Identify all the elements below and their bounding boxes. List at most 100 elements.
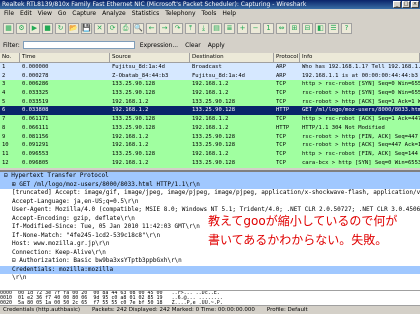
preferences-icon[interactable]: ☰ bbox=[328, 22, 339, 34]
packet-time: 0.091291 bbox=[22, 142, 49, 149]
packet-row[interactable]: 12 0.096805 192.168.1.2 133.25.90.128 TCP car… bbox=[0, 158, 420, 168]
zoom-in-icon[interactable]: + bbox=[237, 22, 248, 34]
packet-destination: 192.168.1.2 bbox=[192, 124, 229, 131]
column-header-info[interactable]: Info bbox=[300, 53, 420, 62]
packet-time: 0.066111 bbox=[22, 124, 49, 131]
packet-destination: 192.168.1.2 bbox=[192, 90, 229, 97]
stop-capture-icon[interactable]: ■ bbox=[42, 22, 53, 34]
main-toolbar: ▦ ⚙ ▶ ■ ↻ 📂 💾 ✕ ⟳ ⎙ 🔍 ← → ↷ ⤒ ⤓ ▤ ≣ + − … bbox=[0, 18, 420, 38]
packet-time: 0.000000 bbox=[22, 64, 49, 70]
menu-tools[interactable]: Tools bbox=[202, 9, 217, 18]
detail-row[interactable]: Credentials: mozilla:mozilla bbox=[0, 265, 420, 274]
minimize-icon[interactable]: _ bbox=[393, 1, 401, 8]
expression-button[interactable]: Expression... bbox=[138, 42, 180, 49]
packet-row[interactable]: 5 0.033519 192.168.1.2 133.25.90.128 TCP rsc-… bbox=[0, 97, 420, 107]
menu-capture[interactable]: Capture bbox=[72, 9, 96, 18]
packet-row[interactable]: 7 0.061171 133.25.90.128 192.168.1.2 TCP http… bbox=[0, 115, 420, 124]
packet-row[interactable]: 3 0.006286 133.25.90.128 192.168.1.2 TCP http… bbox=[0, 80, 420, 90]
menu-go[interactable]: Go bbox=[58, 9, 66, 18]
packet-source: Fujitsu_8d:1a:4d bbox=[112, 64, 165, 70]
packet-protocol: TCP bbox=[276, 98, 286, 105]
packet-destination: 133.25.90.128 bbox=[192, 159, 236, 166]
annotation-line-2: 書いてあるかわからない。失敗。 bbox=[208, 233, 388, 247]
menu-analyze[interactable]: Analyze bbox=[102, 9, 126, 18]
print-icon[interactable]: ⎙ bbox=[120, 22, 131, 34]
packet-info: http > rsc-robot [SYN] Seq=0 Win=65535 L… bbox=[302, 81, 420, 88]
column-header-source[interactable]: Source bbox=[110, 53, 190, 62]
packet-row[interactable]: 9 0.081156 192.168.1.2 133.25.90.128 TCP rsc-… bbox=[0, 132, 420, 142]
normal-size-icon[interactable]: 1 bbox=[263, 22, 274, 34]
packet-row[interactable]: 6 0.033808 192.168.1.2 133.25.90.128 HTTP GET… bbox=[0, 106, 420, 116]
options-icon[interactable]: ⚙ bbox=[16, 22, 27, 34]
find-icon[interactable]: 🔍 bbox=[133, 22, 144, 34]
packet-row[interactable]: 4 0.033325 133.25.90.128 192.168.1.2 TCP rsc-… bbox=[0, 89, 420, 98]
packet-time: 0.096805 bbox=[22, 159, 49, 166]
clear-button[interactable]: Clear bbox=[183, 42, 203, 49]
packet-bytes[interactable]: 0000 00 1d 72 3e 7f fa 00 20 00 8a 44 63… bbox=[0, 290, 420, 306]
apply-button[interactable]: Apply bbox=[206, 42, 227, 49]
column-header-protocol[interactable]: Protocol bbox=[274, 53, 300, 62]
close-icon[interactable]: × bbox=[411, 1, 419, 8]
autoscroll-icon[interactable]: ≣ bbox=[224, 22, 235, 34]
restart-capture-icon[interactable]: ↻ bbox=[55, 22, 66, 34]
packet-list[interactable]: No. Time Source Destination Protocol Inf… bbox=[0, 53, 420, 168]
detail-row[interactable]: [truncated] Accept: image/gif, image/jpe… bbox=[0, 189, 420, 198]
menu-help[interactable]: Help bbox=[222, 9, 236, 18]
packet-time: 0.096553 bbox=[22, 150, 49, 157]
packet-row[interactable]: 11 0.096553 133.25.90.128 192.168.1.2 TCP htt… bbox=[0, 149, 420, 159]
packet-row[interactable]: 1 0.000000 Fujitsu_8d:1a:4d Broadcast ARP Who… bbox=[0, 63, 420, 72]
resize-columns-icon[interactable]: ⇔ bbox=[276, 22, 287, 34]
maximize-icon[interactable]: □ bbox=[402, 1, 410, 8]
packet-row[interactable]: 2 0.000278 Z-Obatab_84:44:b3 Fujitsu_8d:1a:… bbox=[0, 71, 420, 81]
goto-icon[interactable]: ↷ bbox=[172, 22, 183, 34]
detail-row[interactable]: \r\n bbox=[0, 274, 420, 283]
packet-source: 133.25.90.128 bbox=[112, 116, 156, 123]
packet-row[interactable]: 130.111331192.168.1.2133.25.90.128TCPrsc… bbox=[0, 167, 420, 168]
packet-info: rsc-robot > http [ACK] Seq=447 Ack=144 W… bbox=[302, 142, 420, 149]
filter-label: Filter: bbox=[3, 41, 20, 49]
packet-protocol: TCP bbox=[276, 142, 286, 149]
packet-destination: 133.25.90.128 bbox=[190, 167, 274, 168]
colorize-icon[interactable]: ▤ bbox=[211, 22, 222, 34]
display-filters-icon[interactable]: ⊟ bbox=[302, 22, 313, 34]
packet-row[interactable]: 8 0.066111 133.25.90.128 192.168.1.2 HTTP HTT… bbox=[0, 123, 420, 133]
back-icon[interactable]: ← bbox=[146, 22, 157, 34]
packet-source: 133.25.90.128 bbox=[112, 150, 156, 157]
capture-filters-icon[interactable]: ⊞ bbox=[289, 22, 300, 34]
menu-view[interactable]: View bbox=[38, 9, 52, 18]
packet-no: 12 bbox=[2, 159, 9, 166]
packet-source: 133.25.90.128 bbox=[112, 81, 156, 88]
first-icon[interactable]: ⤒ bbox=[185, 22, 196, 34]
column-header-no[interactable]: No. bbox=[0, 53, 20, 62]
start-capture-icon[interactable]: ▶ bbox=[29, 22, 40, 34]
column-header-destination[interactable]: Destination bbox=[190, 53, 274, 62]
last-icon[interactable]: ⤓ bbox=[198, 22, 209, 34]
interfaces-icon[interactable]: ▦ bbox=[3, 22, 14, 34]
filter-input[interactable] bbox=[22, 41, 135, 49]
open-icon[interactable]: 📂 bbox=[68, 22, 79, 34]
packet-info: GET /ml/logo/moz-users/8000/8033.html HT… bbox=[302, 107, 420, 114]
detail-row[interactable]: ⊟ Hypertext Transfer Protocol bbox=[0, 172, 420, 181]
forward-icon[interactable]: → bbox=[159, 22, 170, 34]
packet-no: 6 bbox=[2, 107, 6, 114]
column-header-time[interactable]: Time bbox=[20, 53, 110, 62]
packet-source: 192.168.1.2 bbox=[112, 159, 149, 166]
menu-edit[interactable]: Edit bbox=[20, 9, 32, 18]
close-file-icon[interactable]: ✕ bbox=[94, 22, 105, 34]
zoom-out-icon[interactable]: − bbox=[250, 22, 261, 34]
save-icon[interactable]: 💾 bbox=[81, 22, 92, 34]
detail-row[interactable]: Accept-Language: ja,en-US;q=0.5\r\n bbox=[0, 198, 420, 207]
menu-telephony[interactable]: Telephony bbox=[165, 9, 195, 18]
help-icon[interactable]: ? bbox=[341, 22, 352, 34]
status-profile[interactable]: Profile: Default bbox=[267, 306, 308, 314]
packet-protocol: ARP bbox=[276, 72, 286, 79]
detail-row[interactable]: ⊟ Authorization: Basic bw9ba3xsYTptb3ppb… bbox=[0, 257, 420, 266]
packet-row[interactable]: 10 0.091291 192.168.1.2 133.25.90.128 TCP rsc… bbox=[0, 141, 420, 150]
coloring-rules-icon[interactable]: ◧ bbox=[315, 22, 326, 34]
menu-file[interactable]: File bbox=[4, 9, 14, 18]
packet-time: 0.033519 bbox=[22, 98, 49, 105]
reload-icon[interactable]: ⟳ bbox=[107, 22, 118, 34]
detail-row[interactable]: ⊞ GET /ml/logo/moz-users/8000/8033.html … bbox=[0, 180, 420, 189]
packet-destination: 133.25.90.128 bbox=[192, 133, 236, 140]
menu-statistics[interactable]: Statistics bbox=[132, 9, 159, 18]
